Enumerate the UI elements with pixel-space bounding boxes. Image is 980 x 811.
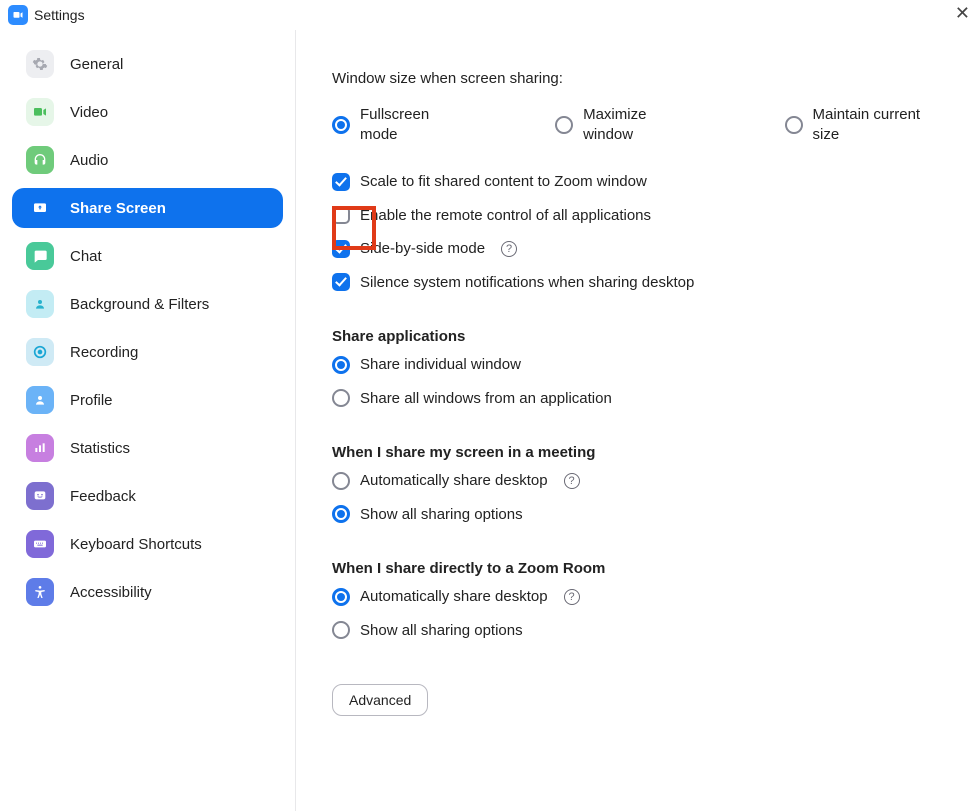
option-label: Silence system notifications when sharin… (360, 273, 694, 293)
help-icon[interactable]: ? (564, 589, 580, 605)
share-in-meeting-heading: When I share my screen in a meeting (332, 444, 944, 461)
option-label: Show all sharing options (360, 621, 523, 641)
radio-icon (332, 356, 350, 374)
sidebar-item-label: Share Screen (70, 200, 166, 217)
sidebar-item-label: Keyboard Shortcuts (70, 536, 202, 553)
option-label: Side-by-side mode (360, 239, 485, 259)
option-label: Fullscreen mode (360, 105, 465, 144)
keyboard-icon (26, 530, 54, 558)
option-scale-to-fit[interactable]: Scale to fit shared content to Zoom wind… (332, 172, 944, 192)
radio-icon (332, 472, 350, 490)
checkbox-icon (332, 206, 350, 224)
share-applications-options: Share individual window Share all window… (332, 355, 944, 408)
option-enable-remote-control[interactable]: Enable the remote control of all applica… (332, 206, 944, 226)
radio-icon (555, 116, 573, 134)
share-in-meeting-options: Automatically share desktop ? Show all s… (332, 471, 944, 524)
share-zoom-room-heading: When I share directly to a Zoom Room (332, 560, 944, 577)
background-icon (26, 290, 54, 318)
option-label: Maintain current size (813, 105, 944, 144)
sidebar-item-label: Accessibility (70, 584, 152, 601)
option-label: Share individual window (360, 355, 521, 375)
option-label: Share all windows from an application (360, 389, 612, 409)
sidebar-item-label: Background & Filters (70, 296, 209, 313)
sidebar-item-label: General (70, 56, 123, 73)
option-label: Show all sharing options (360, 505, 523, 525)
option-show-all-sharing-meeting[interactable]: Show all sharing options (332, 505, 944, 525)
radio-icon (332, 389, 350, 407)
sidebar-item-statistics[interactable]: Statistics (12, 428, 283, 468)
radio-icon (332, 621, 350, 639)
option-share-individual-window[interactable]: Share individual window (332, 355, 944, 375)
statistics-icon (26, 434, 54, 462)
accessibility-icon (26, 578, 54, 606)
checkbox-icon (332, 273, 350, 291)
option-auto-share-desktop-meeting[interactable]: Automatically share desktop ? (332, 471, 944, 491)
option-label: Automatically share desktop (360, 471, 548, 491)
sidebar-item-label: Feedback (70, 488, 136, 505)
option-maximize-window[interactable]: Maximize window (555, 105, 694, 144)
profile-icon (26, 386, 54, 414)
advanced-button[interactable]: Advanced (332, 684, 428, 716)
sidebar-item-share-screen[interactable]: Share Screen (12, 188, 283, 228)
sidebar-item-keyboard-shortcuts[interactable]: Keyboard Shortcuts (12, 524, 283, 564)
share-screen-icon (26, 194, 54, 222)
option-silence-notifications[interactable]: Silence system notifications when sharin… (332, 273, 944, 293)
close-button[interactable]: ✕ (955, 4, 970, 22)
sidebar-item-audio[interactable]: Audio (12, 140, 283, 180)
sidebar-item-general[interactable]: General (12, 44, 283, 84)
option-label: Maximize window (583, 105, 694, 144)
share-applications-heading: Share applications (332, 328, 944, 345)
option-share-all-windows[interactable]: Share all windows from an application (332, 389, 944, 409)
sidebar: General Video Audio Share Screen Chat (0, 30, 296, 811)
radio-icon (332, 505, 350, 523)
sidebar-item-label: Profile (70, 392, 113, 409)
sidebar-item-video[interactable]: Video (12, 92, 283, 132)
option-maintain-current-size[interactable]: Maintain current size (785, 105, 944, 144)
help-icon[interactable]: ? (501, 241, 517, 257)
checkbox-group: Scale to fit shared content to Zoom wind… (332, 172, 944, 292)
sidebar-item-background-filters[interactable]: Background & Filters (12, 284, 283, 324)
checkbox-icon (332, 173, 350, 191)
sidebar-item-label: Recording (70, 344, 138, 361)
option-fullscreen-mode[interactable]: Fullscreen mode (332, 105, 465, 144)
sidebar-item-label: Audio (70, 152, 108, 169)
sidebar-item-label: Chat (70, 248, 102, 265)
share-zoom-room-options: Automatically share desktop ? Show all s… (332, 587, 944, 640)
sidebar-item-recording[interactable]: Recording (12, 332, 283, 372)
sidebar-item-profile[interactable]: Profile (12, 380, 283, 420)
chat-icon (26, 242, 54, 270)
option-auto-share-desktop-zoomroom[interactable]: Automatically share desktop ? (332, 587, 944, 607)
titlebar: Settings ✕ (0, 0, 980, 30)
option-label: Automatically share desktop (360, 587, 548, 607)
video-icon (26, 98, 54, 126)
radio-icon (785, 116, 803, 134)
radio-icon (332, 116, 350, 134)
sidebar-item-label: Video (70, 104, 108, 121)
sidebar-item-chat[interactable]: Chat (12, 236, 283, 276)
sidebar-item-feedback[interactable]: Feedback (12, 476, 283, 516)
window-title: Settings (34, 7, 85, 23)
main-content: Window size when screen sharing: Fullscr… (296, 30, 980, 811)
option-label: Enable the remote control of all applica… (360, 206, 651, 226)
headphones-icon (26, 146, 54, 174)
radio-icon (332, 588, 350, 606)
sidebar-item-accessibility[interactable]: Accessibility (12, 572, 283, 612)
window-size-heading: Window size when screen sharing: (332, 70, 944, 87)
help-icon[interactable]: ? (564, 473, 580, 489)
window-size-options: Fullscreen mode Maximize window Maintain… (332, 105, 944, 144)
checkbox-icon (332, 240, 350, 258)
feedback-icon (26, 482, 54, 510)
recording-icon (26, 338, 54, 366)
gear-icon (26, 50, 54, 78)
sidebar-item-label: Statistics (70, 440, 130, 457)
zoom-app-icon (8, 5, 28, 25)
option-show-all-sharing-zoomroom[interactable]: Show all sharing options (332, 621, 944, 641)
option-side-by-side-mode[interactable]: Side-by-side mode ? (332, 239, 944, 259)
option-label: Scale to fit shared content to Zoom wind… (360, 172, 647, 192)
